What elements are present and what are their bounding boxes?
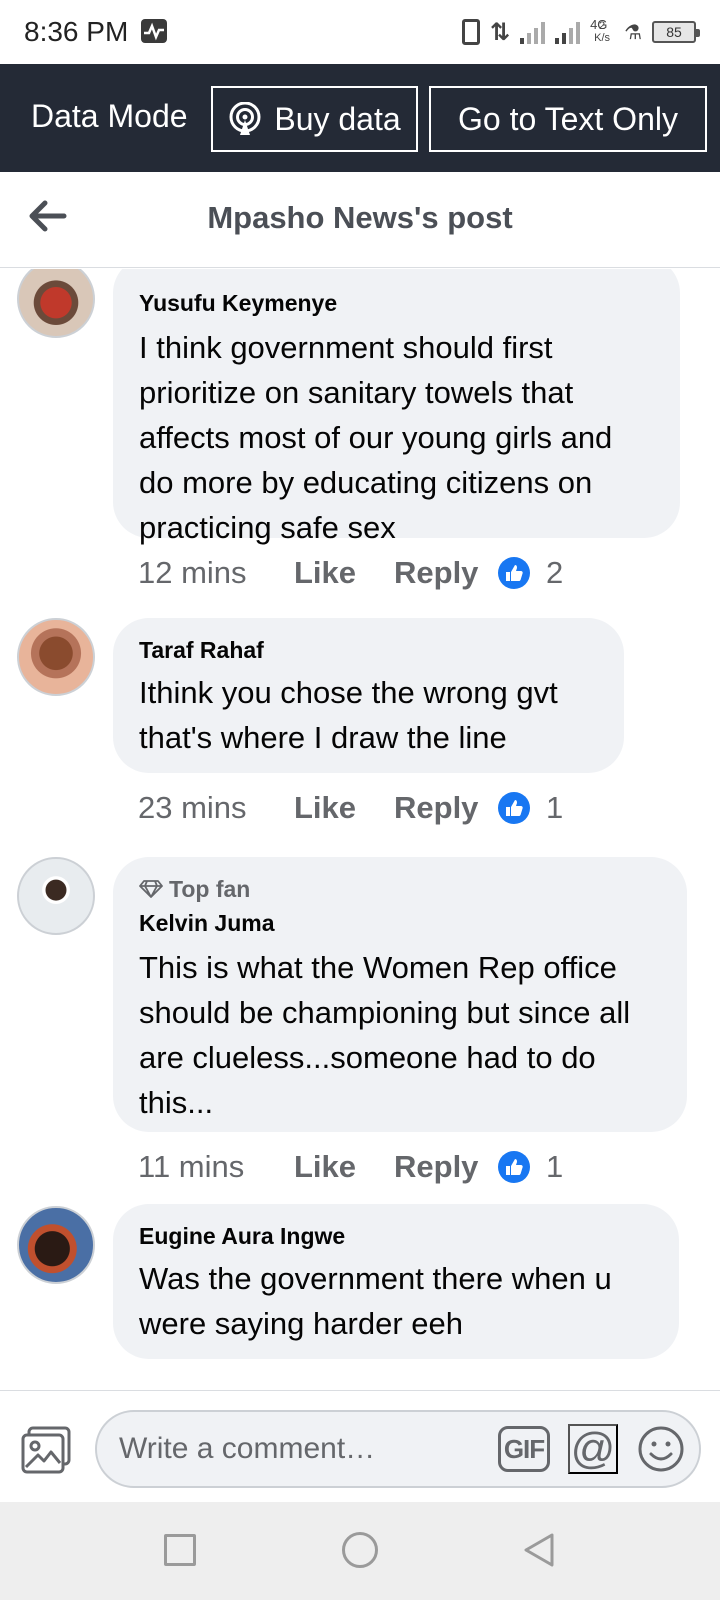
battery-level: 85: [666, 24, 682, 40]
home-button[interactable]: [342, 1532, 378, 1568]
network-type: 4G: [590, 17, 608, 32]
comment-text: Was the government there when u were say…: [139, 1261, 612, 1341]
like-count[interactable]: 1: [546, 1149, 563, 1185]
broadcast-icon: [228, 101, 262, 136]
comment-bubble[interactable]: Yusufu Keymenye I think government shoul…: [113, 269, 680, 545]
reply-button[interactable]: Reply: [394, 790, 498, 826]
like-button[interactable]: Like: [294, 1149, 394, 1185]
comment-bubble[interactable]: Eugine Aura Ingwe Was the government the…: [113, 1204, 679, 1359]
reply-button[interactable]: Reply: [394, 1149, 498, 1185]
comment-bubble[interactable]: Top fan Kelvin Juma This is what the Wom…: [113, 857, 687, 1132]
post-header: Mpasho News's post: [0, 172, 720, 268]
smiley-icon: [638, 1426, 684, 1472]
like-button[interactable]: Like: [294, 555, 394, 591]
mention-button[interactable]: @: [568, 1424, 618, 1474]
photo-button[interactable]: [20, 1425, 72, 1475]
comment-text: This is what the Women Rep office should…: [139, 950, 631, 1120]
system-back-button[interactable]: [522, 1532, 556, 1568]
comment-actions: 23 mins Like Reply 1: [138, 788, 563, 828]
comment-time: 23 mins: [138, 790, 247, 825]
like-count[interactable]: 1: [546, 790, 563, 826]
signal-group: 4G: [520, 17, 607, 44]
thumbs-up-icon: [498, 792, 530, 824]
comment-time: 11 mins: [138, 1149, 245, 1184]
gif-button[interactable]: GIF: [498, 1426, 550, 1472]
commenter-name[interactable]: Kelvin Juma: [139, 907, 661, 939]
signal-icon-2: [555, 20, 581, 44]
avatar[interactable]: [17, 1206, 95, 1284]
thumbs-up-icon: [498, 557, 530, 589]
emoji-button[interactable]: [636, 1424, 686, 1474]
flask-icon: ⚗: [624, 21, 642, 44]
status-time: 8:36 PM: [24, 16, 129, 47]
top-fan-label: Top fan: [169, 875, 251, 902]
signal-icon: [520, 20, 546, 44]
battery-icon: 85: [652, 21, 700, 43]
comment-text: Ithink you chose the wrong gvt that's wh…: [139, 675, 558, 755]
comment-bubble[interactable]: Taraf Rahaf Ithink you chose the wrong g…: [113, 618, 624, 773]
top-fan-badge: Top fan: [139, 873, 661, 905]
system-nav-bar: [0, 1502, 720, 1600]
data-transfer-icon: ⇅: [489, 18, 511, 46]
commenter-name[interactable]: Eugine Aura Ingwe: [139, 1220, 653, 1252]
activity-icon: [141, 19, 167, 43]
comments-list: Yusufu Keymenye I think government shoul…: [0, 269, 720, 1389]
avatar[interactable]: [17, 269, 95, 338]
status-bar: 8:36 PM ⇅ 4G 2 K/s ⚗ 85: [0, 0, 720, 64]
page-title: Mpasho News's post: [207, 200, 513, 235]
photo-icon: [21, 1426, 71, 1474]
avatar[interactable]: [17, 618, 95, 696]
comment-actions: 11 mins Like Reply 1: [138, 1147, 563, 1187]
commenter-name[interactable]: Taraf Rahaf: [139, 634, 598, 666]
comment-time: 12 mins: [138, 555, 247, 590]
comment-actions: 12 mins Like Reply 2: [138, 553, 563, 593]
triangle-back-icon: [524, 1533, 554, 1567]
commenter-name[interactable]: Yusufu Keymenye: [139, 287, 654, 319]
comment-text: I think government should first prioriti…: [139, 330, 613, 545]
status-icons: ⇅ 4G 2 K/s ⚗ 85: [461, 14, 700, 50]
data-mode-bar: Data Mode Buy data Go to Text Only: [0, 64, 720, 172]
like-button[interactable]: Like: [294, 790, 394, 826]
text-only-button[interactable]: Go to Text Only: [429, 86, 707, 152]
recent-apps-button[interactable]: [164, 1534, 196, 1566]
text-only-label: Go to Text Only: [458, 100, 678, 137]
data-mode-label: Data Mode: [31, 98, 188, 134]
thumbs-up-icon: [498, 1151, 530, 1183]
speed-unit: K/s: [594, 32, 611, 44]
buy-data-label: Buy data: [274, 100, 401, 137]
avatar[interactable]: [17, 857, 95, 935]
reply-button[interactable]: Reply: [394, 555, 498, 591]
like-count[interactable]: 2: [546, 555, 563, 591]
buy-data-button[interactable]: Buy data: [211, 86, 418, 152]
comment-composer: GIF @: [0, 1390, 720, 1502]
vibrate-icon: [461, 19, 480, 45]
diamond-icon: [139, 880, 163, 898]
